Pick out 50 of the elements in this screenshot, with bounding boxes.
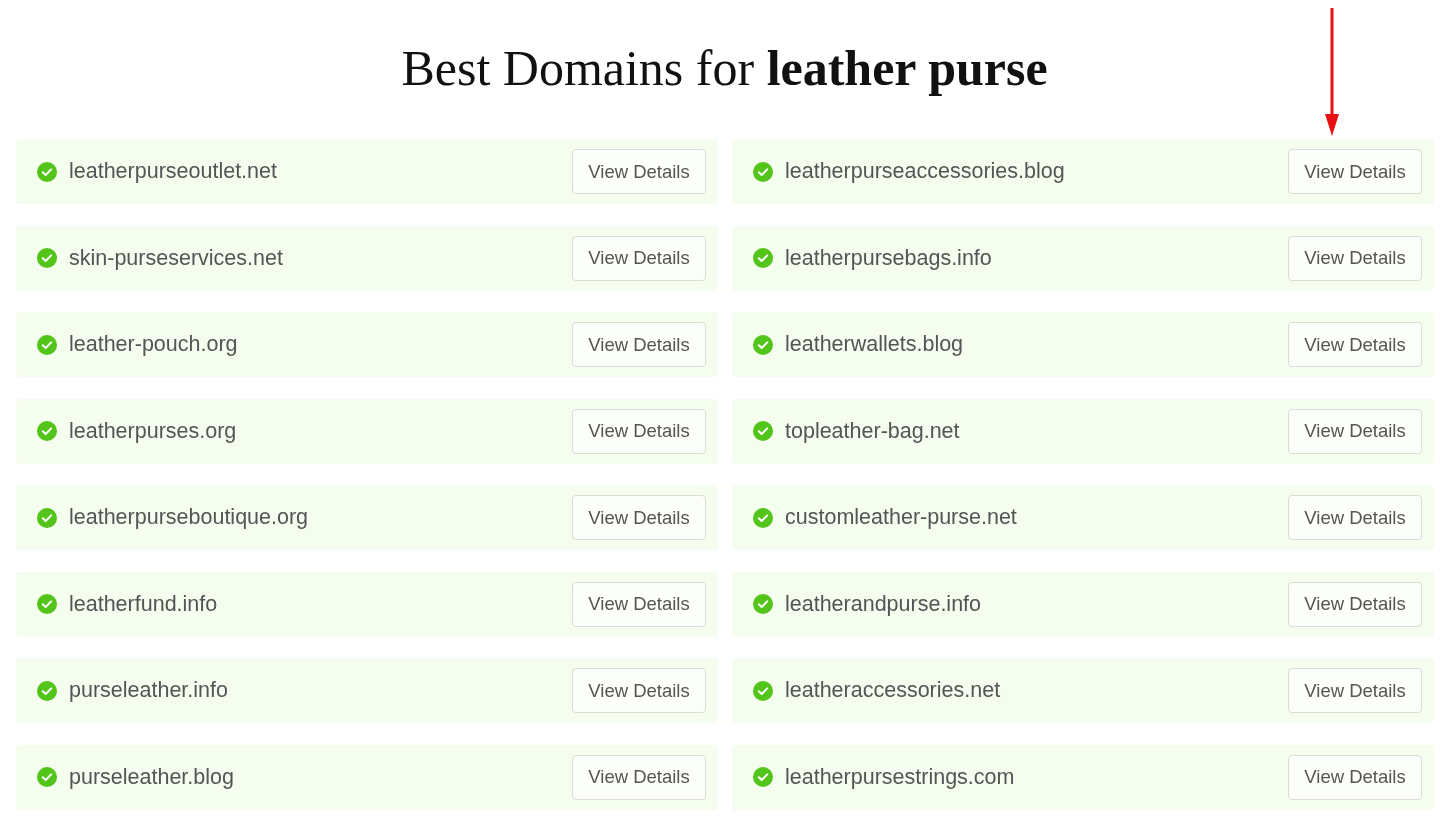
domain-name: leather-pouch.org	[69, 332, 239, 357]
domain-name: customleather-purse.net	[785, 505, 1018, 530]
view-details-button[interactable]: View Details	[1288, 495, 1422, 540]
check-circle-icon	[37, 767, 57, 787]
view-details-button[interactable]: View Details	[572, 495, 706, 540]
page-title: Best Domains for leather purse	[401, 39, 1048, 98]
check-circle-icon	[37, 594, 57, 614]
check-circle-icon	[753, 421, 773, 441]
check-circle-icon	[37, 421, 57, 441]
check-circle-icon	[753, 248, 773, 268]
check-circle-icon	[37, 161, 57, 182]
domain-name: leatherpursestrings.com	[785, 764, 1016, 790]
view-details-button[interactable]: View Details	[572, 322, 706, 367]
check-circle-icon	[753, 507, 773, 528]
check-circle-icon	[37, 507, 57, 528]
arrow-down-icon	[1324, 8, 1340, 136]
domain-name: leatherpurseoutlet.net	[69, 159, 278, 184]
check-circle-icon	[753, 334, 773, 355]
domain-name: purseleather.blog	[69, 764, 235, 790]
domain-name: leatherandpurse.info	[785, 591, 983, 617]
domain-name: leatherfund.info	[69, 591, 219, 617]
check-circle-icon	[37, 334, 57, 355]
view-details-button[interactable]: View Details	[572, 754, 706, 800]
view-details-button[interactable]: View Details	[1288, 408, 1422, 454]
view-details-button[interactable]: View Details	[1288, 581, 1422, 627]
domain-name: leatheraccessories.net	[785, 678, 1002, 703]
check-circle-icon	[753, 680, 773, 701]
view-details-button[interactable]: View Details	[1288, 668, 1422, 713]
domain-name: leatherpursebags.info	[785, 245, 993, 271]
domain-name: skin-purseservices.net	[69, 245, 284, 271]
check-circle-icon	[753, 767, 773, 787]
view-details-button[interactable]: View Details	[572, 408, 706, 454]
check-circle-icon	[753, 594, 773, 614]
view-details-button[interactable]: View Details	[1288, 754, 1422, 800]
domain-name: leatherwallets.blog	[785, 332, 965, 357]
view-details-button[interactable]: View Details	[1288, 149, 1422, 194]
domain-name: purseleather.info	[69, 678, 229, 703]
domain-name: leatherpurseaccessories.blog	[785, 159, 1066, 184]
view-details-button[interactable]: View Details	[1288, 322, 1422, 367]
domain-name: topleather-bag.net	[785, 418, 961, 444]
view-details-button[interactable]: View Details	[572, 668, 706, 713]
view-details-button[interactable]: View Details	[1288, 235, 1422, 281]
check-circle-icon	[753, 161, 773, 182]
domain-name: leatherpurses.org	[69, 418, 238, 444]
view-details-button[interactable]: View Details	[572, 149, 706, 194]
check-circle-icon	[37, 680, 57, 701]
view-details-button[interactable]: View Details	[572, 235, 706, 281]
check-circle-icon	[37, 248, 57, 268]
domain-name: leatherpurseboutique.org	[69, 505, 310, 530]
view-details-button[interactable]: View Details	[572, 581, 706, 627]
